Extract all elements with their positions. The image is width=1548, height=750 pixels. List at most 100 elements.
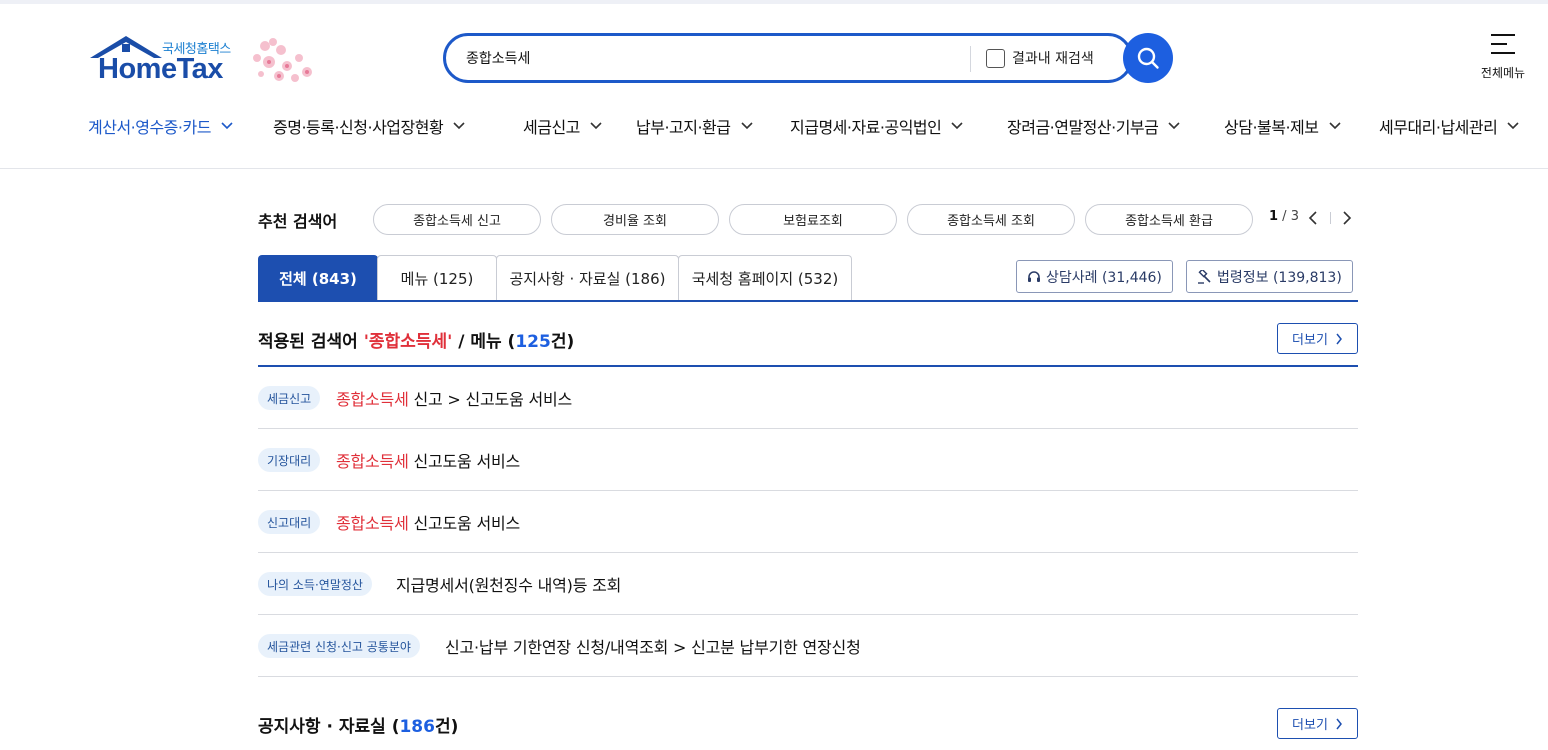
chevron-down-icon [590,122,602,130]
list-item[interactable]: 나의 소득·연말정산 지급명세서(원천징수 내역)등 조회 [258,553,1358,615]
more-label: 더보기 [1292,718,1328,733]
result-link[interactable]: 종합소득세 신고도움 서비스 [336,448,520,472]
gnb-label: 납부·고지·환급 [636,118,731,137]
gnb-label: 세금신고 [523,118,580,137]
gavel-icon [1198,269,1211,284]
result-link[interactable]: 종합소득세 신고도움 서비스 [336,510,520,534]
gnb-item-incentive[interactable]: 장려금·연말정산·기부금 [1007,114,1180,138]
menu-more-button[interactable]: 더보기 [1277,323,1358,354]
checkbox-box[interactable] [986,48,1005,68]
search-divider [970,46,971,72]
chevron-down-icon [221,122,233,130]
recommend-pagination: 1 / 3 [1269,209,1299,224]
notice-more-button[interactable]: 더보기 [1277,708,1358,739]
recommend-chip[interactable]: 종합소득세 신고 [373,204,541,235]
global-navigation: 계산서·영수증·카드 증명·등록·신청·사업장현황 세금신고 납부·고지·환급 … [88,114,1548,144]
keyword-highlight: 종합소득세 [336,452,409,471]
recommend-chip[interactable]: 경비율 조회 [551,204,719,235]
list-item[interactable]: 기장대리 종합소득세 신고도움 서비스 [258,429,1358,491]
section-title-suffix: 건) [550,332,575,352]
result-text: 신고·납부 기한연장 신청/내역조회 > 신고분 납부기한 연장신청 [445,638,861,657]
top-strip [0,0,1548,4]
law-info-button[interactable]: 법령정보 (139,813) [1186,260,1353,293]
search-input[interactable] [466,46,946,70]
section-title-suffix: 건) [434,717,459,737]
law-info-label: 법령정보 (139,813) [1217,269,1342,286]
category-badge: 나의 소득·연말정산 [258,572,372,596]
tab-notice[interactable]: 공지사항 · 자료실 (186) [496,255,679,301]
consult-cases-button[interactable]: 상담사례 (31,446) [1016,260,1173,293]
category-badge: 기장대리 [258,448,321,472]
gnb-item-consult[interactable]: 상담·불복·제보 [1224,114,1341,138]
recommend-chip[interactable]: 종합소득세 조회 [907,204,1075,235]
research-label: 결과내 재검색 [1012,51,1094,67]
search-icon [1137,47,1159,69]
keyword-highlight: 종합소득세 [336,514,409,533]
consult-cases-label: 상담사례 (31,446) [1046,269,1162,286]
category-badge: 세금신고 [258,386,321,410]
category-badge: 세금관련 신청·신고 공통분야 [258,634,420,658]
gnb-label: 증명·등록·신청·사업장현황 [273,118,444,137]
menu-count: 125 [515,332,551,352]
gnb-item-tax-report[interactable]: 세금신고 [523,114,602,138]
research-checkbox[interactable]: 결과내 재검색 [986,48,1094,68]
recommend-next-button[interactable] [1339,210,1355,226]
gnb-item-payment[interactable]: 납부·고지·환급 [636,114,753,138]
notice-section-title: 공지사항 · 자료실 (186건) [258,712,458,737]
result-link[interactable]: 종합소득세 신고 > 신고도움 서비스 [336,386,572,410]
gnb-label: 장려금·연말정산·기부금 [1007,118,1159,137]
category-badge: 신고대리 [258,510,321,534]
recommend-prev-button[interactable] [1305,210,1321,226]
all-menu-label: 전체메뉴 [1480,66,1526,80]
chevron-right-icon [1343,211,1352,225]
gnb-item-invoice[interactable]: 계산서·영수증·카드 [88,114,233,138]
search-bar: 결과내 재검색 [443,33,1133,83]
applied-keyword: '종합소득세' [363,332,453,352]
headset-icon [1028,270,1040,282]
chevron-down-icon [951,122,963,130]
search-button[interactable] [1123,33,1173,83]
hometax-logo[interactable]: 국세청홈택스 HomeTax [88,34,320,90]
recommend-chip[interactable]: 보험료조회 [729,204,897,235]
result-link[interactable]: 신고·납부 기한연장 신청/내역조회 > 신고분 납부기한 연장신청 [445,634,861,658]
pagination-divider [1330,212,1331,224]
section-title-prefix: 적용된 검색어 [258,332,364,352]
result-link[interactable]: 지급명세서(원천징수 내역)등 조회 [396,572,621,596]
header-divider [0,168,1548,169]
hamburger-icon [1491,34,1515,54]
chevron-down-icon [1507,122,1519,130]
page-current: 1 [1269,209,1279,224]
gnb-label: 세무대리·납세관리 [1379,118,1498,137]
recommend-label: 추천 검색어 [258,212,338,231]
chevron-down-icon [1328,122,1341,130]
tabs-underline [258,300,1358,302]
list-item[interactable]: 세금신고 종합소득세 신고 > 신고도움 서비스 [258,367,1358,429]
chevron-down-icon [453,122,465,130]
gnb-label: 상담·불복·제보 [1224,118,1319,137]
gnb-item-payment-statement[interactable]: 지급명세·자료·공익법인 [790,114,963,138]
recommend-chip[interactable]: 종합소득세 환급 [1085,204,1253,235]
tab-menu[interactable]: 메뉴 (125) [377,255,497,301]
menu-section-title: 적용된 검색어 '종합소득세' / 메뉴 (125건) [258,327,574,352]
result-text: 신고 > 신고도움 서비스 [408,390,573,409]
section-title-middle: / 메뉴 ( [452,332,516,352]
list-item[interactable]: 세금관련 신청·신고 공통분야 신고·납부 기한연장 신청/내역조회 > 신고분… [258,615,1358,677]
section-title-prefix: 공지사항 · 자료실 ( [258,717,400,737]
gnb-item-certificate[interactable]: 증명·등록·신청·사업장현황 [273,114,465,138]
logo-title: HomeTax [98,53,223,85]
gnb-item-tax-agent[interactable]: 세무대리·납세관리 [1379,114,1519,138]
tab-nts-homepage[interactable]: 국세청 홈페이지 (532) [678,255,852,301]
keyword-highlight: 종합소득세 [336,390,409,409]
chevron-down-icon [1168,122,1180,130]
list-item[interactable]: 신고대리 종합소득세 신고도움 서비스 [258,491,1358,553]
gnb-label: 지급명세·자료·공익법인 [790,118,942,137]
more-label: 더보기 [1292,333,1328,348]
tab-all[interactable]: 전체 (843) [258,255,378,301]
all-menu-button[interactable]: 전체메뉴 [1478,33,1528,85]
chevron-right-icon [1336,718,1342,729]
result-text: 지급명세서(원천징수 내역)등 조회 [396,576,622,595]
cherry-blossom-icon [253,38,312,82]
chevron-left-icon [1308,211,1317,225]
result-text: 신고도움 서비스 [408,514,521,533]
chevron-right-icon [1336,333,1342,344]
